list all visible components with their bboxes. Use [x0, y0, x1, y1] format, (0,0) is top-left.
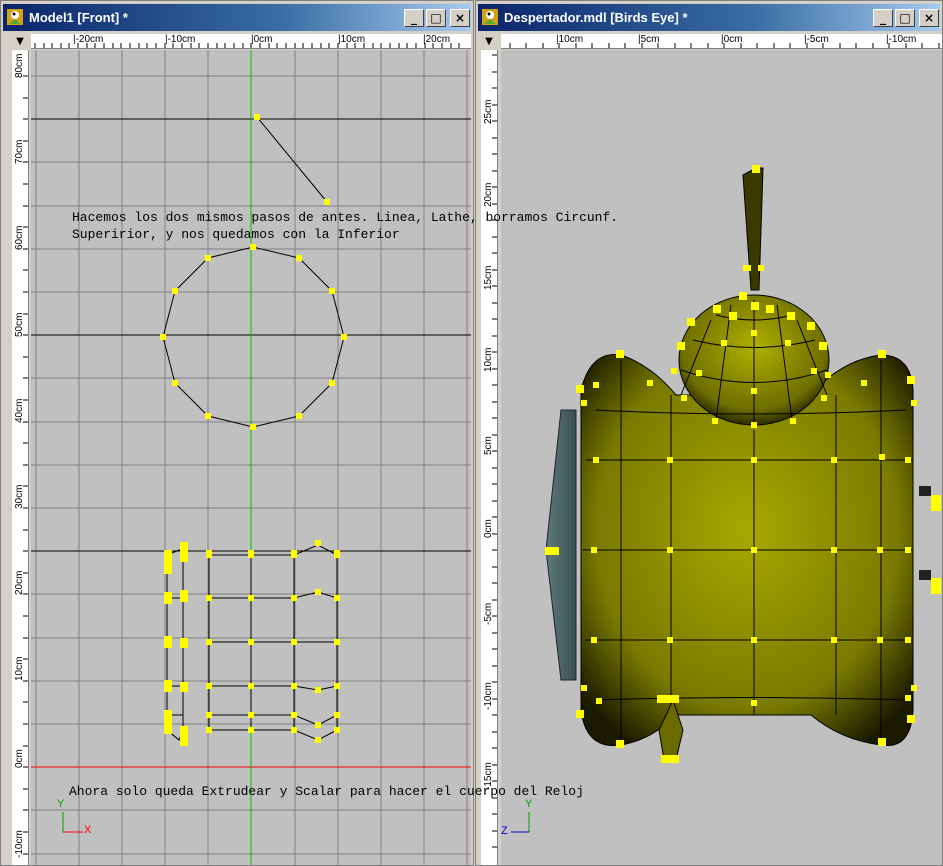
ruler-label: |-10cm	[165, 34, 196, 45]
side-panel	[545, 409, 577, 681]
horizontal-ruler: |-20cm |-10cm |0cm |10cm |20cm	[31, 34, 471, 49]
ruler-label: 30cm	[14, 484, 25, 509]
antenna	[742, 167, 764, 291]
ruler-ticks	[492, 54, 497, 848]
front-view-title: Model1 [Front] *	[29, 10, 128, 25]
horizontal-ruler: |10cm |5cm |0cm |-5cm |-10cm	[501, 34, 942, 49]
axis-y-label: Y	[57, 798, 65, 810]
ruler-label: 10cm	[14, 656, 25, 681]
view-menu-button[interactable]: ▼	[481, 34, 497, 50]
ruler-label: |10cm	[556, 34, 584, 45]
minimize-button[interactable]: _	[404, 9, 424, 27]
vertical-ruler: 25cm 20cm 15cm 10cm 5cm 0cm -5cm -10cm -…	[481, 50, 498, 865]
maximize-button[interactable]: □	[426, 9, 446, 27]
ruler-label: 15cm	[483, 265, 494, 290]
ruler-label: |-20cm	[73, 34, 104, 45]
close-button[interactable]: ×	[919, 9, 939, 27]
ruler-label: 25cm	[483, 99, 494, 124]
front-viewport[interactable]: Y X	[31, 50, 471, 865]
right-knobs	[919, 486, 931, 580]
app-icon	[7, 9, 23, 25]
front-viewport-canvas	[31, 50, 471, 865]
ruler-label: |10cm	[338, 34, 366, 45]
ruler-label: -10cm	[483, 682, 494, 710]
ruler-label: 5cm	[483, 436, 494, 455]
note-line-1: Hacemos los dos mismos pasos de antes. L…	[72, 210, 619, 225]
profile-line	[256, 116, 328, 203]
ruler-label: 0cm	[14, 749, 25, 768]
ruler-label: 80cm	[14, 53, 25, 78]
view-menu-button[interactable]: ▼	[12, 34, 28, 50]
ruler-label: |0cm	[251, 34, 273, 45]
front-view-titlebar[interactable]: Model1 [Front] * _ □ ×	[3, 4, 471, 31]
ruler-ticks	[23, 75, 28, 855]
ruler-label: 70cm	[14, 139, 25, 164]
axis-x-label: X	[84, 824, 92, 836]
birds-eye-titlebar[interactable]: Despertador.mdl [Birds Eye] * _ □ ×	[478, 4, 940, 31]
axis-z-label: Z	[501, 825, 508, 837]
birds-eye-title: Despertador.mdl [Birds Eye] *	[504, 10, 688, 25]
ruler-label: 20cm	[14, 570, 25, 595]
instruction-note-bottom: Ahora solo queda Extrudear y Scalar para…	[69, 784, 584, 799]
ruler-label: |-10cm	[886, 34, 917, 45]
ruler-label: 10cm	[483, 347, 494, 372]
ruler-label: 60cm	[14, 225, 25, 250]
app-icon	[482, 9, 498, 25]
ruler-label: |20cm	[423, 34, 451, 45]
maximize-button[interactable]: □	[895, 9, 915, 27]
minimize-button[interactable]: _	[873, 9, 893, 27]
ruler-label: 40cm	[14, 398, 25, 423]
vertical-ruler: 80cm 70cm 60cm 50cm 40cm 30cm 20cm 10cm …	[12, 50, 29, 865]
ruler-label: 0cm	[483, 519, 494, 538]
ruler-label: -5cm	[483, 602, 494, 625]
front-view-window[interactable]: Model1 [Front] * _ □ × ▼ |-20cm |-10cm |…	[0, 0, 474, 866]
birds-eye-canvas	[511, 165, 941, 833]
birds-eye-window[interactable]: Despertador.mdl [Birds Eye] * _ □ × ▼ |1…	[475, 0, 943, 866]
ruler-label: |-5cm	[804, 34, 829, 45]
instruction-note-top: Hacemos los dos mismos pasos de antes. L…	[72, 209, 618, 243]
ruler-label: |0cm	[721, 34, 743, 45]
birds-eye-viewport[interactable]: Y Z	[501, 50, 942, 865]
ruler-label: 20cm	[483, 182, 494, 207]
axis-gizmo	[511, 812, 530, 833]
circle-outline	[162, 246, 345, 428]
close-button[interactable]: ×	[450, 9, 470, 27]
ruler-label: |5cm	[638, 34, 660, 45]
ruler-label: -10cm	[14, 830, 25, 858]
note-line-2: Superirior, y nos quedamos con la Inferi…	[72, 227, 400, 242]
axis-gizmo	[62, 812, 83, 833]
ruler-label: 50cm	[14, 312, 25, 337]
